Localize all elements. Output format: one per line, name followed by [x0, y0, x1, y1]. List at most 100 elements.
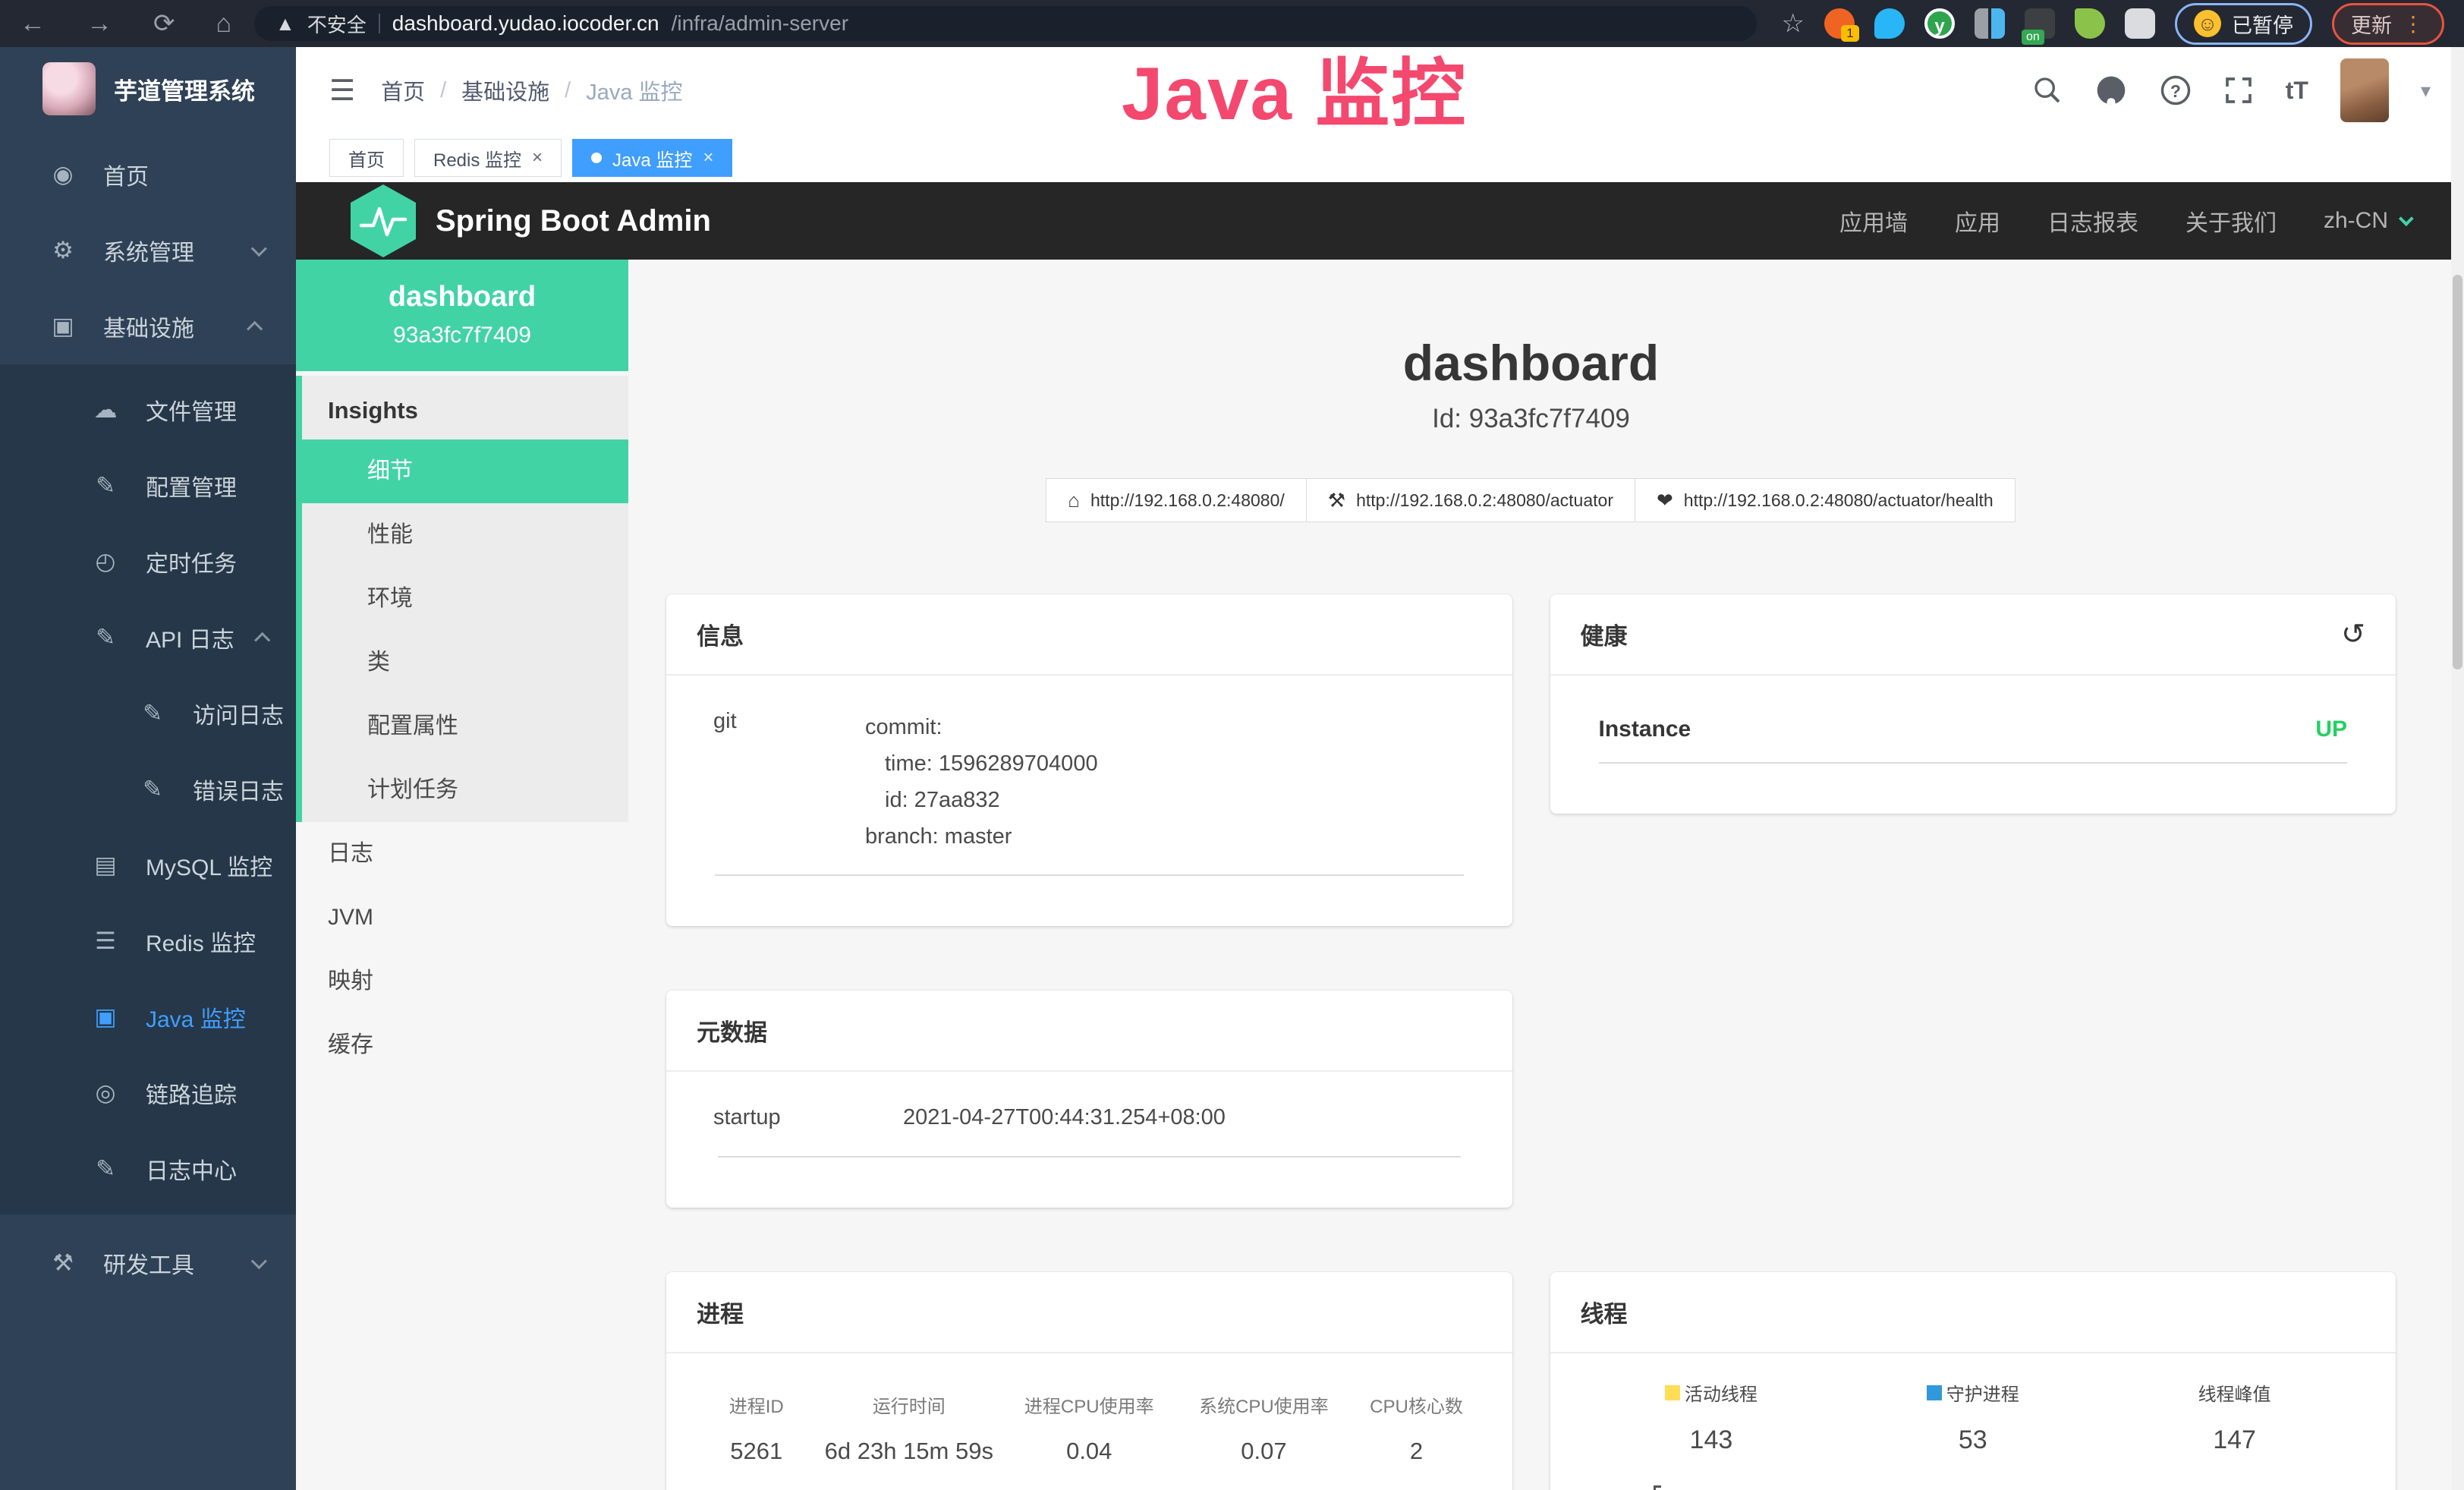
uptime-value: 6d 23h 15m 59s	[820, 1438, 997, 1465]
sidebar-item-redis-monitor[interactable]: ☰ Redis 监控	[0, 903, 296, 979]
chevron-down-icon	[251, 241, 267, 257]
live-threads-value: 143	[1581, 1425, 1842, 1455]
git-info-row: git commit: time: 1596289704000 id: 27aa…	[697, 709, 1482, 855]
breadcrumb-section[interactable]: 基础设施	[461, 74, 549, 106]
back-icon[interactable]: ←	[20, 11, 46, 36]
process-table: 进程ID5261 运行时间6d 23h 15m 59s 进程CPU使用率0.04…	[697, 1391, 1482, 1465]
instance-menu-classes[interactable]: 类	[302, 631, 628, 695]
blue-drop-extension-icon[interactable]	[1874, 8, 1905, 39]
puzzle-extensions-icon[interactable]	[2125, 8, 2155, 39]
instance-menu-metrics[interactable]: 性能	[302, 503, 628, 567]
green-leaf-extension-icon[interactable]	[2075, 8, 2105, 39]
sidebar-item-home[interactable]: ◉ 首页	[0, 137, 296, 213]
sidebar-item-config-management[interactable]: ✎ 配置管理	[0, 448, 296, 524]
github-icon[interactable]	[2094, 74, 2128, 107]
dark-list-extension-icon[interactable]: on	[2025, 8, 2055, 39]
actuator-url-button[interactable]: ⚒ http://192.168.0.2:48080/actuator	[1306, 478, 1635, 522]
sba-nav-about[interactable]: 关于我们	[2186, 204, 2277, 238]
avatar-caret-icon[interactable]: ▾	[2421, 79, 2431, 102]
not-secure-label: 不安全	[307, 10, 367, 38]
system-cpu-value: 0.07	[1181, 1438, 1346, 1465]
update-button[interactable]: 更新 ⋮	[2332, 3, 2444, 45]
service-url-button[interactable]: ⌂ http://192.168.0.2:48080/	[1046, 478, 1307, 522]
startup-row: startup 2021-04-27T00:44:31.254+08:00	[697, 1105, 1482, 1130]
metadata-card: 元数据 startup 2021-04-27T00:44:31.254+08:0…	[666, 991, 1512, 1208]
address-bar[interactable]: ▲ 不安全 dashboard.yudao.iocoder.cn/infra/a…	[254, 6, 1757, 41]
forward-icon[interactable]: →	[87, 11, 112, 36]
sidebar-item-mysql-monitor[interactable]: ▤ MySQL 监控	[0, 827, 296, 903]
health-url-button[interactable]: ❤ http://192.168.0.2:48080/actuator/heal…	[1635, 478, 2016, 522]
sidebar-menu: ◉ 首页 ⚙ 系统管理 ▣ 基础设施 ☁ 文件管理 ✎ 配置管理	[0, 131, 296, 1301]
sba-brand[interactable]: Spring Boot Admin	[351, 184, 711, 257]
git-key: git	[713, 709, 865, 855]
threads-card-header: 线程	[1550, 1272, 2396, 1353]
reload-icon[interactable]: ⟳	[153, 11, 175, 36]
instance-menu-mappings[interactable]: 映射	[296, 950, 628, 1013]
row-divider	[715, 874, 1464, 876]
paused-badge[interactable]: ☺ 已暂停	[2175, 3, 2312, 45]
sidebar-item-java-monitor[interactable]: ▣ Java 监控	[0, 979, 296, 1055]
browser-menu-icon[interactable]: ⋮	[2403, 11, 2425, 36]
sba-nav-applications[interactable]: 应用	[1955, 204, 2000, 238]
metadata-card-header: 元数据	[666, 991, 1512, 1072]
history-icon[interactable]: ↺	[2341, 620, 2365, 649]
row-divider	[718, 1156, 1461, 1158]
gear-icon: ⚙	[47, 237, 79, 264]
instance-menu-jvm[interactable]: JVM	[296, 886, 628, 950]
tab-home[interactable]: 首页	[329, 139, 404, 177]
sidebar-collapse-icon[interactable]: ☰	[329, 74, 355, 108]
tab-java-monitor[interactable]: Java 监控 ×	[572, 139, 732, 177]
font-size-icon[interactable]: tT	[2286, 77, 2308, 105]
sidebar-item-api-logs[interactable]: ✎ API 日志	[0, 600, 296, 676]
sidebar-item-log-center[interactable]: ✎ 日志中心	[0, 1131, 296, 1207]
help-icon[interactable]: ?	[2160, 74, 2192, 106]
health-card-header: 健康 ↺	[1550, 594, 2396, 676]
instance-menu-scheduled[interactable]: 计划任务	[302, 758, 628, 822]
orange-extension-icon[interactable]: 1	[1824, 8, 1855, 39]
fullscreen-icon[interactable]	[2223, 75, 2254, 106]
sba-nav-wallboard[interactable]: 应用墙	[1839, 204, 1908, 238]
locale-selector[interactable]: zh-CN	[2324, 208, 2409, 234]
eye-icon: ◎	[90, 1079, 121, 1107]
instance-menu-caches[interactable]: 缓存	[296, 1013, 628, 1077]
svg-text:?: ?	[2170, 81, 2181, 101]
sba-nav-journal[interactable]: 日志报表	[2047, 204, 2138, 238]
page-title: dashboard	[666, 334, 2396, 392]
sidebar-item-dev-tools[interactable]: ⚒ 研发工具	[0, 1225, 296, 1301]
wrench-icon: ⚒	[1328, 489, 1345, 512]
monitor-icon: ▣	[90, 1003, 121, 1031]
user-avatar[interactable]	[2340, 58, 2389, 122]
breadcrumb-current: Java 监控	[586, 74, 682, 106]
home-icon: ⌂	[1068, 489, 1080, 512]
sidebar-item-tracing[interactable]: ◎ 链路追踪	[0, 1055, 296, 1131]
breadcrumb-home[interactable]: 首页	[381, 74, 425, 106]
instance-menu-details[interactable]: 细节	[302, 439, 628, 503]
search-icon[interactable]	[2032, 75, 2063, 106]
instance-detail-panel: dashboard Id: 93a3fc7f7409 ⌂ http://192.…	[628, 260, 2464, 1490]
home-icon[interactable]: ⌂	[216, 11, 232, 36]
close-icon[interactable]: ×	[532, 147, 543, 169]
health-instance-row[interactable]: Instance UP	[1581, 709, 2366, 742]
bookmark-star-icon[interactable]: ☆	[1782, 8, 1805, 39]
sidebar-item-file-management[interactable]: ☁ 文件管理	[0, 372, 296, 448]
info-card: 信息 git commit: time: 1596289704000 id: 2…	[666, 594, 1512, 926]
tab-redis-monitor[interactable]: Redis 监控 ×	[414, 139, 562, 177]
sidebar-item-system[interactable]: ⚙ 系统管理	[0, 213, 296, 288]
sidebar-item-access-logs[interactable]: ✎ 访问日志	[0, 676, 296, 751]
grid-extension-icon[interactable]	[1975, 8, 2005, 39]
instance-name: dashboard	[304, 281, 621, 313]
instance-menu-config-props[interactable]: 配置属性	[302, 695, 628, 758]
sidebar-item-infrastructure[interactable]: ▣ 基础设施	[0, 288, 296, 364]
health-card: 健康 ↺ Instance UP	[1550, 594, 2396, 814]
sidebar-item-error-logs[interactable]: ✎ 错误日志	[0, 751, 296, 827]
breadcrumb: 首页 / 基础设施 / Java 监控	[381, 74, 682, 106]
instance-menu-environment[interactable]: 环境	[302, 567, 628, 631]
sidebar-item-scheduled-tasks[interactable]: ◴ 定时任务	[0, 524, 296, 600]
scrollbar-thumb[interactable]	[2453, 275, 2462, 669]
close-icon[interactable]: ×	[703, 147, 713, 169]
page-scrollbar[interactable]	[2451, 47, 2464, 1490]
green-circle-extension-icon[interactable]: y	[1924, 8, 1955, 39]
threads-legend: 活动线程 143 守护进程 53 线程峰值 14	[1581, 1379, 2366, 1455]
database-icon: ▤	[90, 852, 121, 879]
instance-menu-logs[interactable]: 日志	[296, 822, 628, 886]
